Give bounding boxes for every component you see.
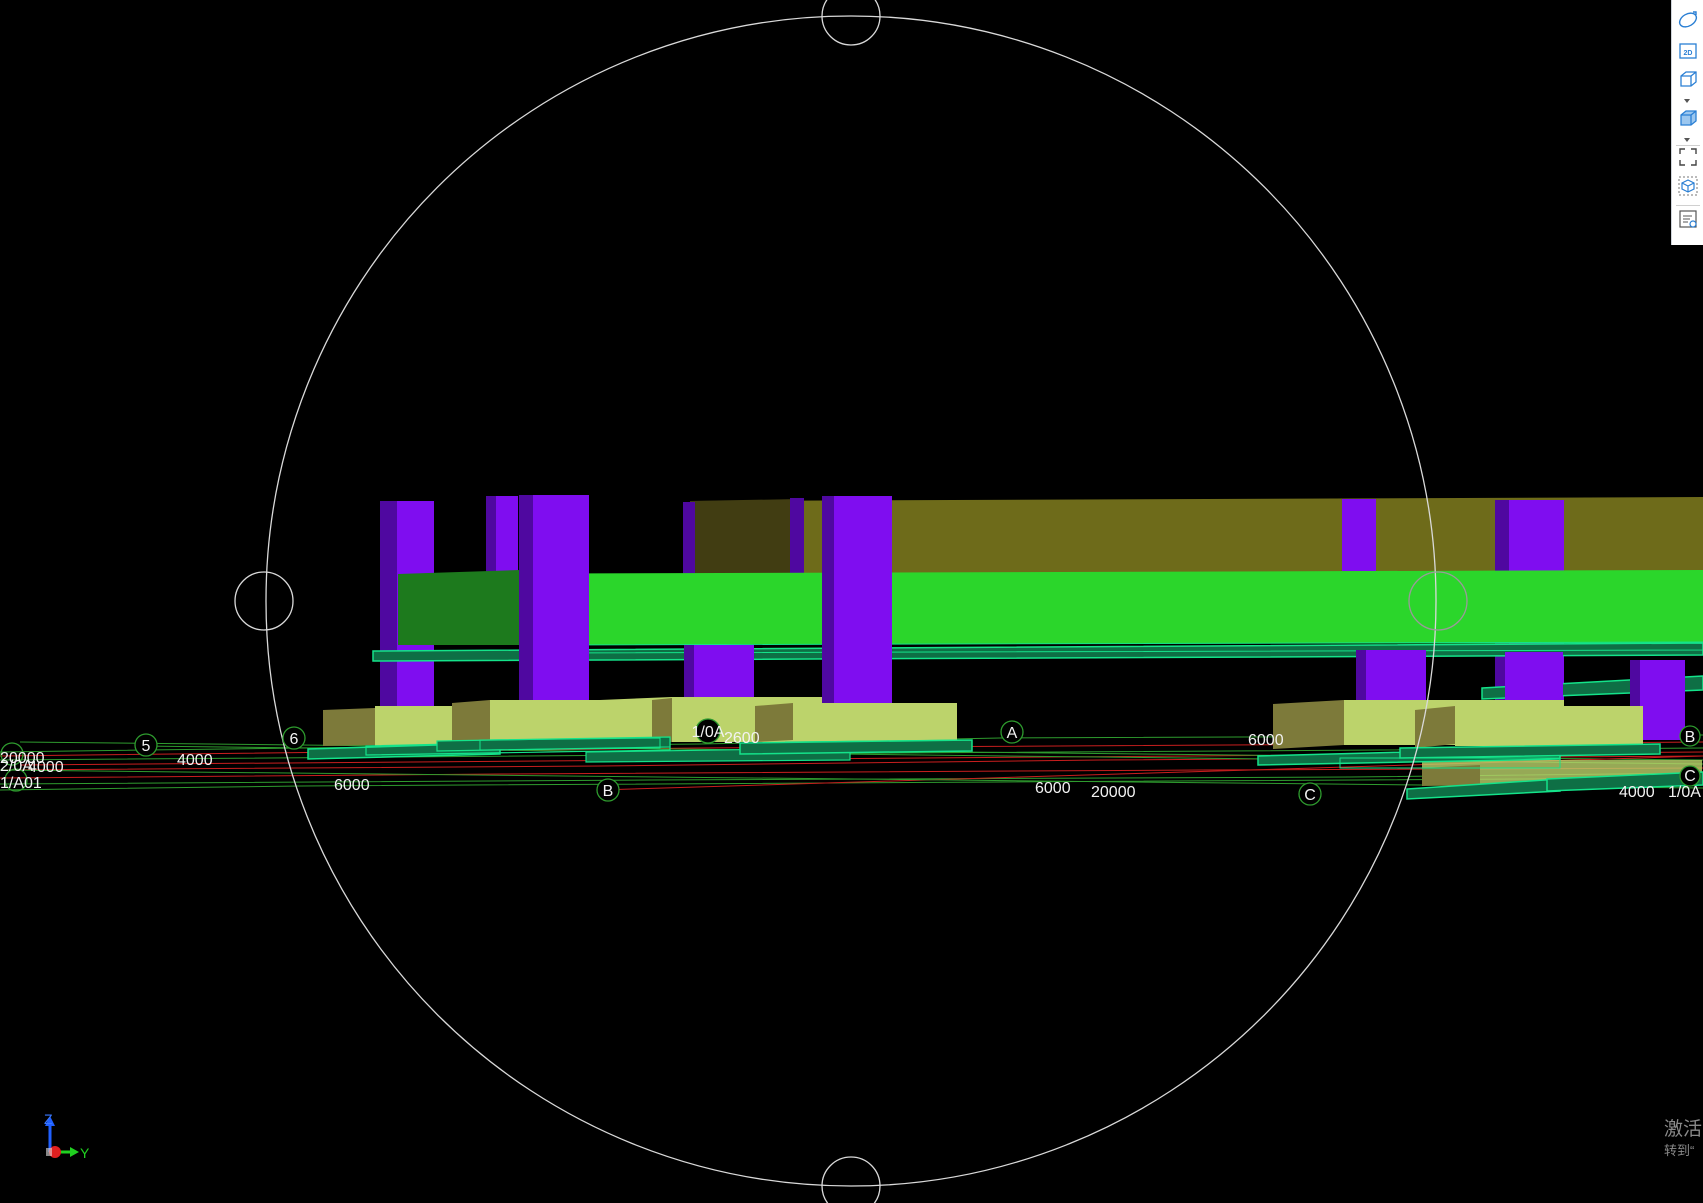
axis-label-c: C (1304, 787, 1316, 804)
axis-label-5: 5 (142, 738, 151, 755)
orbit-handle-top (821, 0, 881, 46)
svg-text:2D: 2D (1684, 50, 1693, 57)
view-cube-tool-button[interactable] (1675, 175, 1701, 201)
orbit-handle-left (234, 571, 294, 631)
dim-4000-right: 4000 (1619, 784, 1655, 801)
properties-tool-button[interactable] (1675, 208, 1701, 234)
shaded-view-tool-button[interactable] (1675, 107, 1701, 133)
axis-label-b: B (603, 783, 614, 800)
dim-1-a01: 1/A01 (0, 775, 42, 792)
dim-2600: 2600 (724, 730, 760, 747)
axis-label-a: A (1007, 725, 1018, 742)
orbit-tool-button[interactable] (1675, 8, 1701, 34)
axis-triad: Z Y (44, 1111, 90, 1161)
model-scene[interactable]: 5 6 A B C 1/0A B C 20000 4000 2/0A 1/A01… (0, 0, 1703, 1203)
dim-6000-right: 6000 (1248, 732, 1284, 749)
beam[interactable] (398, 570, 1703, 645)
orbit-icon (1677, 8, 1699, 35)
3d-viewport[interactable]: 5 6 A B C 1/0A B C 20000 4000 2/0A 1/A01… (0, 0, 1703, 1203)
shaded-view-dropdown-icon[interactable] (1684, 138, 1690, 142)
windows-activation-watermark: 激活 转到“ (1664, 1118, 1703, 1160)
3d-view-dropdown-icon[interactable] (1684, 99, 1690, 103)
2d-view-tool-button[interactable]: 2D (1675, 40, 1701, 66)
dim-4000-left: 4000 (28, 759, 64, 776)
cube-outline-icon (1677, 68, 1699, 95)
zoom-extents-tool-button[interactable] (1675, 146, 1701, 172)
axis-label-b-right: B (1685, 729, 1696, 746)
dim-6000-left: 6000 (334, 777, 370, 794)
dim-1-0a-right: 1/0A (1668, 784, 1701, 801)
zoom-extents-icon (1677, 146, 1699, 173)
axis-z-label: Z (44, 1111, 53, 1127)
axis-y-label: Y (80, 1145, 90, 1161)
cube-shaded-icon (1677, 107, 1699, 134)
watermark-line-1: 激活 (1664, 1119, 1703, 1140)
view-toolbar: 2D (1671, 0, 1703, 245)
properties-list-icon (1677, 208, 1699, 235)
orbit-handle-bottom (821, 1156, 881, 1203)
axis-label-c-right: C (1684, 768, 1696, 785)
axis-label-6: 6 (290, 731, 299, 748)
dim-4000: 4000 (177, 752, 213, 769)
view-cube-icon (1677, 175, 1699, 202)
3d-view-tool-button[interactable] (1675, 68, 1701, 94)
dim-6000-mid: 6000 (1035, 780, 1071, 797)
dim-2-0a: 2/0A (0, 758, 33, 775)
watermark-line-2: 转到“ (1664, 1143, 1695, 1158)
toolbar-separator (1676, 205, 1700, 206)
axis-label-1-0a: 1/0A (692, 724, 725, 741)
2d-view-icon: 2D (1677, 40, 1699, 67)
dim-20000: 20000 (1091, 784, 1136, 801)
